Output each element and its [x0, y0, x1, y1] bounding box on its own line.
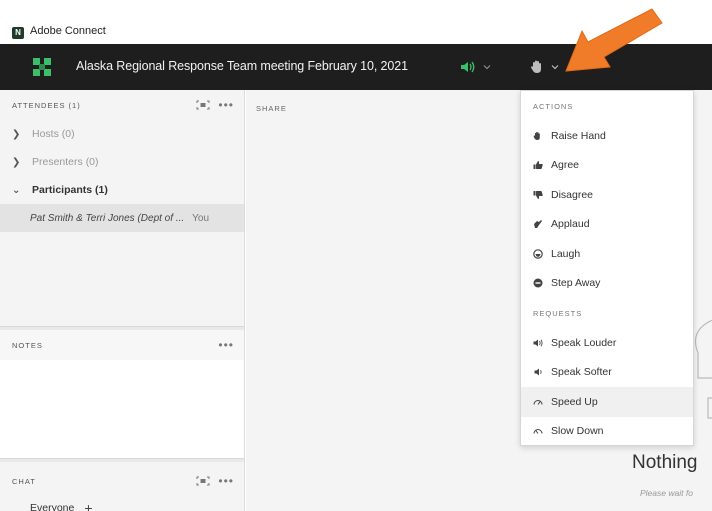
attendee-group-label: Hosts (0): [32, 128, 75, 140]
window-title: Adobe Connect: [30, 25, 106, 37]
chevron-down-icon: [483, 65, 491, 70]
menu-item-label: Agree: [551, 159, 580, 172]
chevron-down-icon: ⌄: [12, 184, 21, 196]
menu-item-speak-softer[interactable]: Speak Softer: [521, 358, 693, 388]
attendee-row[interactable]: Pat Smith & Terri Jones (Dept of ... You: [0, 204, 244, 232]
chat-pod-header: CHAT •••: [0, 466, 244, 496]
notes-pod-title: NOTES: [12, 340, 43, 350]
empty-share-subtitle: Please wait fo: [640, 488, 693, 498]
speed-up-icon: [533, 399, 543, 405]
raise-hand-icon: [530, 60, 541, 73]
menu-item-laugh[interactable]: Laugh: [521, 239, 693, 269]
callout-arrow-icon: [565, 8, 663, 72]
chat-pod: CHAT ••• Everyone +: [0, 462, 244, 511]
meeting-title: Alaska Regional Response Team meeting Fe…: [76, 59, 408, 73]
raise-hand-icon: [533, 131, 540, 140]
speak-louder-icon: [533, 339, 543, 347]
chevron-right-icon: ❯: [12, 128, 21, 140]
speaker-menu-button[interactable]: [460, 58, 492, 76]
menu-item-label: Slow Down: [551, 425, 604, 438]
attendees-pod-title: ATTENDEES (1): [12, 100, 81, 110]
chat-recipient-tab[interactable]: Everyone +: [30, 500, 93, 511]
attendees-pod: ATTENDEES (1) ••• ❯ Hosts (0) ❯ Presente…: [0, 90, 244, 326]
attendee-group-participants[interactable]: ⌄ Participants (1): [0, 176, 244, 204]
menu-item-agree[interactable]: Agree: [521, 151, 693, 181]
chat-recipient-label: Everyone: [30, 502, 75, 511]
adobe-connect-logo-icon: N: [12, 27, 24, 39]
menu-item-label: Speak Softer: [551, 366, 612, 379]
menu-item-slow-down[interactable]: Slow Down: [521, 417, 693, 447]
thumbs-up-icon: [533, 161, 543, 170]
status-menu-button[interactable]: [530, 58, 560, 76]
more-options-icon[interactable]: •••: [218, 99, 234, 111]
notes-pod-header: NOTES •••: [0, 330, 244, 360]
attendee-group-presenters[interactable]: ❯ Presenters (0): [0, 148, 244, 176]
menu-item-label: Step Away: [551, 277, 601, 290]
applaud-icon: [534, 220, 542, 229]
menu-item-step-away[interactable]: Step Away: [521, 269, 693, 299]
attendee-name: Pat Smith & Terri Jones (Dept of ...: [30, 212, 185, 224]
more-options-icon[interactable]: •••: [218, 475, 234, 487]
step-away-icon: [533, 278, 543, 288]
requests-section-header: REQUESTS: [533, 308, 583, 318]
thumbs-down-icon: [533, 190, 543, 199]
more-options-icon[interactable]: •••: [218, 339, 234, 351]
meeting-logo-icon: [33, 58, 51, 76]
attendee-group-label: Participants (1): [32, 184, 108, 196]
attendees-pod-header: ATTENDEES (1) •••: [0, 90, 244, 120]
fullscreen-icon[interactable]: [196, 476, 210, 486]
menu-item-label: Raise Hand: [551, 129, 606, 142]
menu-item-speed-up[interactable]: Speed Up: [521, 387, 693, 417]
add-chat-tab-icon[interactable]: +: [84, 500, 92, 511]
attendee-group-hosts[interactable]: ❯ Hosts (0): [0, 120, 244, 148]
menu-item-raise-hand[interactable]: Raise Hand: [521, 121, 693, 151]
attendee-group-label: Presenters (0): [32, 156, 99, 168]
fullscreen-icon[interactable]: [196, 100, 210, 110]
notes-pod: NOTES •••: [0, 330, 244, 458]
chevron-right-icon: ❯: [12, 156, 21, 168]
menu-item-label: Disagree: [551, 188, 594, 201]
chevron-down-icon: [551, 65, 559, 70]
speaker-icon: [461, 61, 475, 73]
status-dropdown-menu: ACTIONS Raise Hand Agree Disagree Applau…: [520, 90, 694, 446]
menu-item-label: Speak Louder: [551, 336, 617, 349]
slow-down-icon: [533, 429, 543, 435]
menu-item-label: Speed Up: [551, 395, 598, 408]
menu-item-applaud[interactable]: Applaud: [521, 210, 693, 240]
actions-section-header: ACTIONS: [533, 101, 574, 111]
share-pod-title: SHARE: [256, 104, 287, 113]
menu-item-speak-louder[interactable]: Speak Louder: [521, 328, 693, 358]
menu-item-label: Laugh: [551, 247, 581, 260]
left-pod-column: ATTENDEES (1) ••• ❯ Hosts (0) ❯ Presente…: [0, 90, 245, 511]
menu-item-disagree[interactable]: Disagree: [521, 180, 693, 210]
chat-pod-title: CHAT: [12, 476, 36, 486]
empty-share-title: Nothing: [632, 452, 698, 473]
laugh-icon: [533, 248, 543, 259]
notes-content-area[interactable]: [0, 360, 244, 458]
you-label: You: [192, 212, 210, 224]
speak-softer-icon: [534, 368, 542, 376]
menu-item-label: Applaud: [551, 218, 590, 231]
